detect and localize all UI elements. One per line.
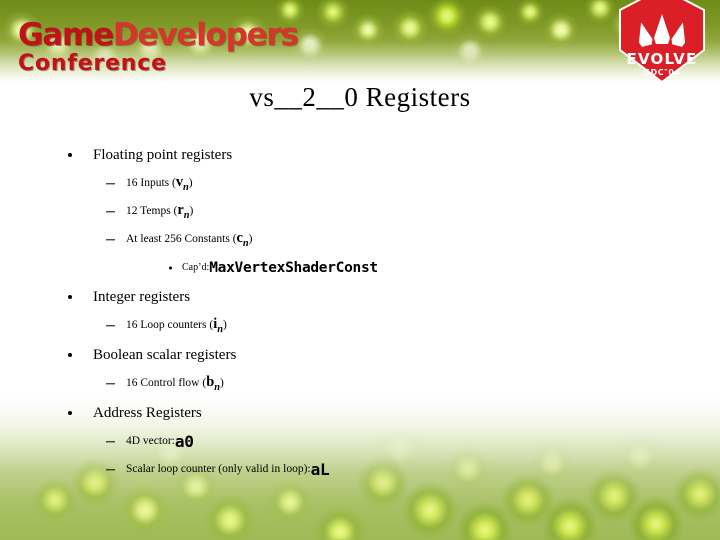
evolve-tagline: GDC‶04 xyxy=(643,68,680,77)
bullet-floating-point-registers: Floating point registers xyxy=(0,140,720,170)
register-letter: v xyxy=(175,173,184,190)
slide-body: Floating point registers 16 Inputs (vn) … xyxy=(0,140,720,484)
dash-marker-icon xyxy=(106,325,115,327)
bullet-16-control-flow: 16 Control flow (bn) xyxy=(0,370,720,398)
bullet-boolean-scalar-registers: Boolean scalar registers xyxy=(0,340,720,370)
dash-marker-icon xyxy=(106,469,115,471)
gdc-logo-word-developers: Developers xyxy=(112,17,299,53)
gdc-logo: GameDevelopers Conference xyxy=(18,17,299,76)
gdc-logo-word-conference: Conference xyxy=(18,51,167,76)
dash-marker-icon xyxy=(106,211,115,213)
register-name: vn xyxy=(176,175,189,193)
gdc-logo-line-1: GameDevelopers xyxy=(18,17,299,53)
bullet-text: Integer registers xyxy=(93,288,191,305)
bullet-text-suffix: ) xyxy=(188,177,193,190)
bullet-capd-maxvertexshaderconst: Cap’d: MaxVertexShaderConst xyxy=(0,254,720,282)
page-title: vs__2__0 Registers xyxy=(249,82,471,112)
register-name: cn xyxy=(237,231,249,249)
dash-marker-icon xyxy=(106,383,115,385)
bullet-address-registers: Address Registers xyxy=(0,398,720,428)
bullet-text-suffix: ) xyxy=(189,205,194,218)
register-code-a0: a0 xyxy=(174,431,194,451)
bullet-text-suffix: ) xyxy=(222,319,227,332)
evolve-wordmark: EVOLVE xyxy=(627,50,698,68)
dash-marker-icon xyxy=(106,441,115,443)
slide-vs-2-0-registers: GameDevelopers Conference EVOLVE GDC‶04 … xyxy=(0,0,720,540)
bullet-16-loop-counters: 16 Loop counters (in) xyxy=(0,312,720,340)
bullet-marker-icon xyxy=(68,411,72,415)
bullet-text: Floating point registers xyxy=(93,146,233,163)
bullet-marker-icon xyxy=(68,353,72,357)
bullet-256-constants: At least 256 Constants (cn) xyxy=(0,226,720,254)
register-letter: b xyxy=(206,373,215,390)
bullet-text-prefix: 12 Temps ( xyxy=(126,205,178,218)
bullet-integer-registers: Integer registers xyxy=(0,282,720,312)
bullet-12-temps: 12 Temps (rn) xyxy=(0,198,720,226)
evolve-hexagon-icon: EVOLVE GDC‶04 xyxy=(619,0,705,84)
bullet-4d-vector-a0: 4D vector: a0 xyxy=(0,428,720,456)
bullet-marker-icon xyxy=(68,295,72,299)
bullet-text-prefix: 16 Control flow ( xyxy=(126,377,207,390)
bullet-16-inputs: 16 Inputs (vn) xyxy=(0,170,720,198)
bullet-text-prefix: Cap’d: xyxy=(182,262,210,273)
bullet-text: Boolean scalar registers xyxy=(93,346,237,363)
cap-constant-name: MaxVertexShaderConst xyxy=(209,259,378,276)
bullet-marker-icon xyxy=(169,266,172,270)
bullet-text: Address Registers xyxy=(93,404,202,421)
dash-marker-icon xyxy=(106,183,115,185)
register-name: rn xyxy=(177,203,189,221)
dash-marker-icon xyxy=(106,239,115,241)
bullet-text-prefix: 16 Inputs ( xyxy=(126,177,176,190)
register-name: bn xyxy=(206,375,220,393)
evolve-logo: EVOLVE GDC‶04 xyxy=(618,0,706,88)
bullet-text-prefix: Scalar loop counter (only valid in loop)… xyxy=(126,463,311,476)
bullet-text-suffix: ) xyxy=(248,233,253,246)
register-name: in xyxy=(213,317,223,335)
bullet-marker-icon xyxy=(68,153,72,157)
gdc-logo-word-game: Game xyxy=(18,17,114,53)
register-code-al: aL xyxy=(310,459,330,479)
bullet-text-prefix: At least 256 Constants ( xyxy=(126,233,237,246)
bullet-text-suffix: ) xyxy=(219,377,224,390)
bullet-text-prefix: 4D vector: xyxy=(126,435,175,448)
bullet-text-prefix: 16 Loop counters ( xyxy=(126,319,214,332)
bullet-scalar-loop-counter-al: Scalar loop counter (only valid in loop)… xyxy=(0,456,720,484)
